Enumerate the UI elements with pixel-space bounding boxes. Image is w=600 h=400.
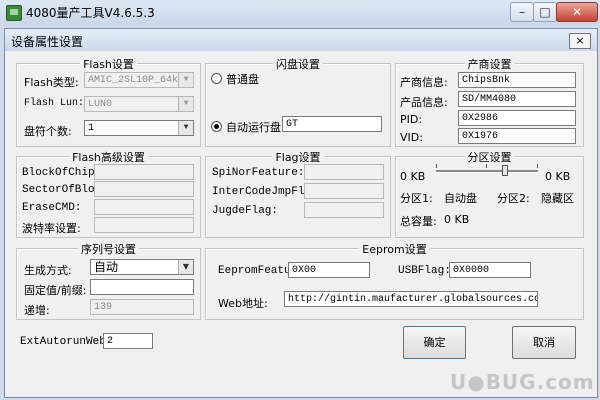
web-address-input[interactable]: http://gintin.maufacturer.globalsources.… xyxy=(284,291,538,307)
prefix-input[interactable] xyxy=(90,279,194,295)
vid-label: VID: xyxy=(400,131,423,144)
window-title: 4080量产工具V4.6.5.3 xyxy=(26,6,155,20)
dialog-title: 设备属性设置 xyxy=(11,35,84,49)
total-capacity-value: 0 KB xyxy=(444,213,470,226)
sector-of-block-input[interactable] xyxy=(94,181,194,197)
group-title: Eeprom设置 xyxy=(359,243,430,256)
window-titlebar: 4080量产工具V4.6.5.3 – □ ✕ xyxy=(0,0,600,24)
group-title: 闪盘设置 xyxy=(273,58,323,71)
jugde-flag-label: JugdeFlag: xyxy=(212,205,279,217)
flash-type-value: AMIC_2SL10P_64kB xyxy=(88,75,185,86)
partition-slider-track[interactable] xyxy=(436,170,538,173)
slider-tick xyxy=(436,164,437,168)
group-title: Flash设置 xyxy=(80,58,137,71)
window-close-button[interactable]: ✕ xyxy=(556,2,598,22)
group-title: 产商设置 xyxy=(464,58,515,71)
partition1-label: 分区1: xyxy=(400,192,433,205)
spinor-feature-input[interactable] xyxy=(304,164,384,180)
partition2-value: 隐藏区 xyxy=(541,192,574,205)
chevron-down-icon: ▼ xyxy=(178,121,193,135)
eeprom-feature-input[interactable]: 0X00 xyxy=(288,262,370,278)
chevron-down-icon: ▼ xyxy=(178,260,193,274)
vid-input[interactable]: 0X1976 xyxy=(458,128,576,144)
normal-disk-label: 普通盘 xyxy=(226,73,259,86)
prefix-label: 固定值/前缀: xyxy=(24,284,87,297)
autorun-disk-label: 自动运行盘 xyxy=(226,121,281,134)
drive-count-select[interactable]: 1 ▼ xyxy=(84,120,194,136)
slider-tick xyxy=(486,164,487,168)
jugde-flag-input[interactable] xyxy=(304,202,384,218)
flash-type-select[interactable]: AMIC_2SL10P_64kB ▼ xyxy=(84,72,194,88)
increment-input[interactable]: 139 xyxy=(90,299,194,315)
flash-lun-select[interactable]: LUN0 ▼ xyxy=(84,96,194,112)
partition-right-size: 0 KB xyxy=(545,170,571,183)
total-capacity-label: 总容量: xyxy=(400,215,437,228)
increment-label: 递增: xyxy=(24,304,50,317)
ext-autorun-websn-input[interactable]: 2 xyxy=(103,333,153,349)
app-icon xyxy=(6,5,22,21)
erase-cmd-input[interactable] xyxy=(94,199,194,215)
chevron-down-icon: ▼ xyxy=(178,97,193,111)
partition2-label: 分区2: xyxy=(497,192,530,205)
usb-flag-input[interactable]: 0X0000 xyxy=(449,262,531,278)
ok-button[interactable]: 确定 xyxy=(403,326,466,359)
block-of-chips-input[interactable] xyxy=(94,164,194,180)
cancel-button[interactable]: 取消 xyxy=(512,326,576,359)
partition-left-size: 0 KB xyxy=(400,170,426,183)
pid-input[interactable]: 0X2986 xyxy=(458,110,576,126)
vendor-info-input[interactable]: ChipsBnk xyxy=(458,72,576,88)
product-info-input[interactable]: SD/MM4080 xyxy=(458,91,576,107)
drive-count-value: 1 xyxy=(88,123,95,134)
autorun-disk-radio[interactable] xyxy=(211,121,222,132)
flash-lun-value: LUN0 xyxy=(88,99,113,110)
usb-flag-label: USBFlag: xyxy=(398,265,451,277)
flash-type-label: Flash类型: xyxy=(24,76,79,89)
vendor-info-label: 产商信息: xyxy=(400,76,448,89)
partition1-value: 自动盘 xyxy=(444,192,477,205)
baud-rate-input[interactable] xyxy=(94,217,194,233)
minimize-button[interactable]: – xyxy=(510,2,534,22)
partition-slider-thumb[interactable] xyxy=(502,165,509,176)
group-title: 序列号设置 xyxy=(78,243,139,256)
dialog-titlebar: 设备属性设置 × xyxy=(5,29,597,51)
generate-mode-select[interactable]: 自动 ▼ xyxy=(90,259,194,275)
baud-rate-label: 波特率设置: xyxy=(22,222,81,235)
web-address-label: Web地址: xyxy=(218,297,268,310)
intercode-jmp-flag-input[interactable] xyxy=(304,183,384,199)
group-title: Flash高级设置 xyxy=(69,151,148,164)
product-info-label: 产品信息: xyxy=(400,96,448,109)
watermark: U●BUG.com xyxy=(450,370,595,394)
chevron-down-icon: ▼ xyxy=(178,73,193,87)
normal-disk-radio[interactable] xyxy=(211,73,222,84)
erase-cmd-label: EraseCMD: xyxy=(22,202,82,214)
group-title: Flag设置 xyxy=(272,151,324,164)
spinor-feature-label: SpiNorFeature: xyxy=(212,167,305,179)
drive-count-label: 盘符个数: xyxy=(24,125,72,138)
flash-lun-label: Flash Lun: xyxy=(24,98,85,109)
autorun-input[interactable]: GT xyxy=(282,116,382,132)
generate-mode-value: 自动 xyxy=(94,260,119,274)
dialog-close-button[interactable]: × xyxy=(569,33,591,49)
group-title: 分区设置 xyxy=(464,151,515,164)
maximize-button[interactable]: □ xyxy=(533,2,557,22)
generate-mode-label: 生成方式: xyxy=(24,264,72,277)
slider-tick xyxy=(537,164,538,168)
pid-label: PID: xyxy=(400,113,423,126)
